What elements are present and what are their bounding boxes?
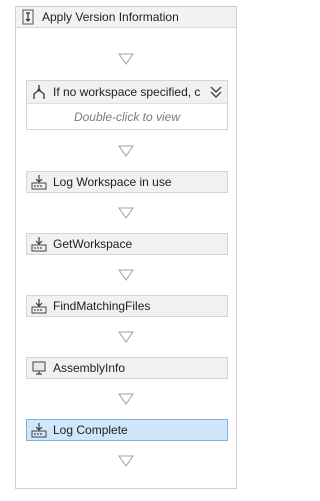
sequence-title: Apply Version Information — [42, 10, 179, 24]
drop-arrow-icon[interactable] — [118, 331, 134, 343]
drop-arrow-icon[interactable] — [118, 455, 134, 467]
drop-arrow-icon[interactable] — [118, 145, 134, 157]
double-chevron-down-icon[interactable] — [208, 84, 224, 100]
activity-icon — [31, 175, 47, 190]
drop-arrow-icon[interactable] — [118, 53, 134, 65]
sequence-container[interactable]: Apply Version Information If no workspac… — [15, 6, 237, 489]
activity-get-workspace[interactable]: GetWorkspace — [26, 233, 228, 255]
drop-arrow-icon[interactable] — [118, 269, 134, 281]
if-condition-icon — [33, 85, 45, 99]
sequence-header[interactable]: Apply Version Information — [16, 7, 236, 28]
activity-icon — [31, 237, 47, 252]
if-activity-header[interactable]: If no workspace specified, c — [27, 81, 227, 104]
activity-assembly-info[interactable]: AssemblyInfo — [26, 357, 228, 379]
drop-arrow-icon[interactable] — [118, 207, 134, 219]
activity-log-complete[interactable]: Log Complete — [26, 419, 228, 441]
activity-label: FindMatchingFiles — [53, 299, 151, 313]
if-activity-label: If no workspace specified, c — [53, 85, 201, 99]
monitor-activity-icon — [32, 361, 46, 375]
activity-label: Log Workspace in use — [53, 175, 172, 189]
activity-log-workspace-in-use[interactable]: Log Workspace in use — [26, 171, 228, 193]
activity-label: GetWorkspace — [53, 237, 133, 251]
activity-label: Log Complete — [53, 423, 128, 437]
activity-icon — [31, 423, 47, 438]
sequence-icon — [22, 9, 34, 25]
activity-find-matching-files[interactable]: FindMatchingFiles — [26, 295, 228, 317]
activity-label: AssemblyInfo — [53, 361, 126, 375]
if-activity[interactable]: If no workspace specified, c Double-clic… — [26, 80, 228, 130]
drop-arrow-icon[interactable] — [118, 393, 134, 405]
if-activity-hint: Double-click to view — [73, 110, 181, 124]
activity-icon — [31, 299, 47, 314]
